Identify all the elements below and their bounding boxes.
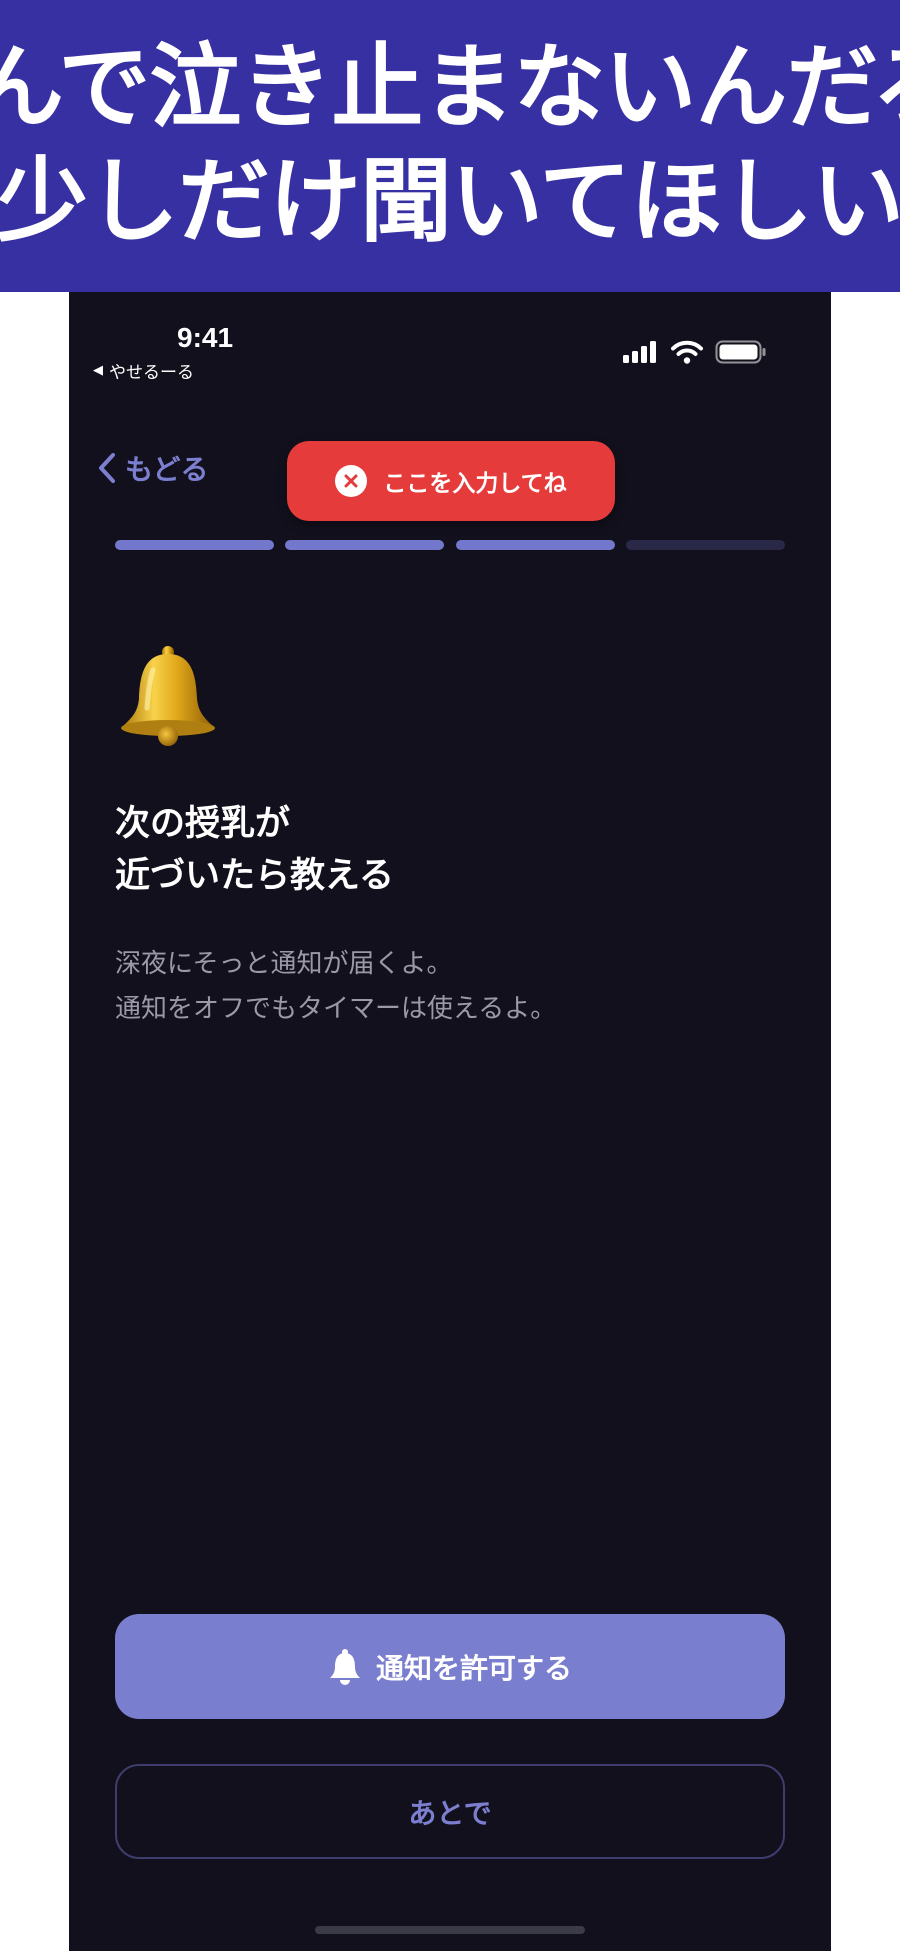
status-time: 9:41 [177,322,234,353]
back-label: もどる [125,453,209,486]
description-line-2: 通知をオフでもタイマーは使えるよ。 [115,994,557,1024]
home-indicator[interactable] [315,1926,585,1934]
progress-segment-1 [115,540,274,550]
step-progress [115,540,785,550]
status-back-to-app[interactable]: ◀ やせるーる [93,358,194,383]
cellular-signal-icon [623,341,656,363]
phone-screen: 9:41 ◀ やせるーる もどる ここを入力してね 次の授乳が 近づいたら教える… [69,292,831,1951]
status-back-app-label: やせるーる [109,363,194,383]
battery-icon [715,340,766,364]
back-button[interactable]: もどる [97,448,208,488]
bell-outline-icon [329,1648,360,1685]
description: 深夜にそっと通知が届くよ。 通知をオフでもタイマーは使えるよ。 [115,942,556,1032]
wifi-icon [671,340,703,364]
progress-segment-2 [285,540,444,550]
allow-notifications-button[interactable]: 通知を許可する [115,1614,785,1719]
title-line-1: 次の授乳が [115,804,291,844]
title-line-2: 近づいたら教える [115,856,394,896]
progress-segment-4 [626,540,785,550]
later-label: あとで [408,1796,492,1830]
close-circle-icon [335,465,368,497]
chevron-left-icon [99,453,115,483]
toast-message: ここを入力してね [383,471,567,497]
caption-line-1: んで泣き止まないんだろう [0,34,900,141]
caption-line-2: 少しだけ聞いてほしい。 [0,148,900,255]
caption-banner: んで泣き止まないんだろう 少しだけ聞いてほしい。 [0,0,900,292]
back-triangle-icon: ◀ [93,363,103,378]
status-icons [623,340,767,364]
allow-notifications-label: 通知を許可する [375,1651,572,1685]
page-title: 次の授乳が 近づいたら教える [115,798,394,902]
progress-segment-3 [456,540,615,550]
later-button[interactable]: あとで [115,1764,785,1859]
description-line-1: 深夜にそっと通知が届くよ。 [115,949,453,979]
bell-icon [121,646,215,746]
validation-toast: ここを入力してね [287,441,615,521]
